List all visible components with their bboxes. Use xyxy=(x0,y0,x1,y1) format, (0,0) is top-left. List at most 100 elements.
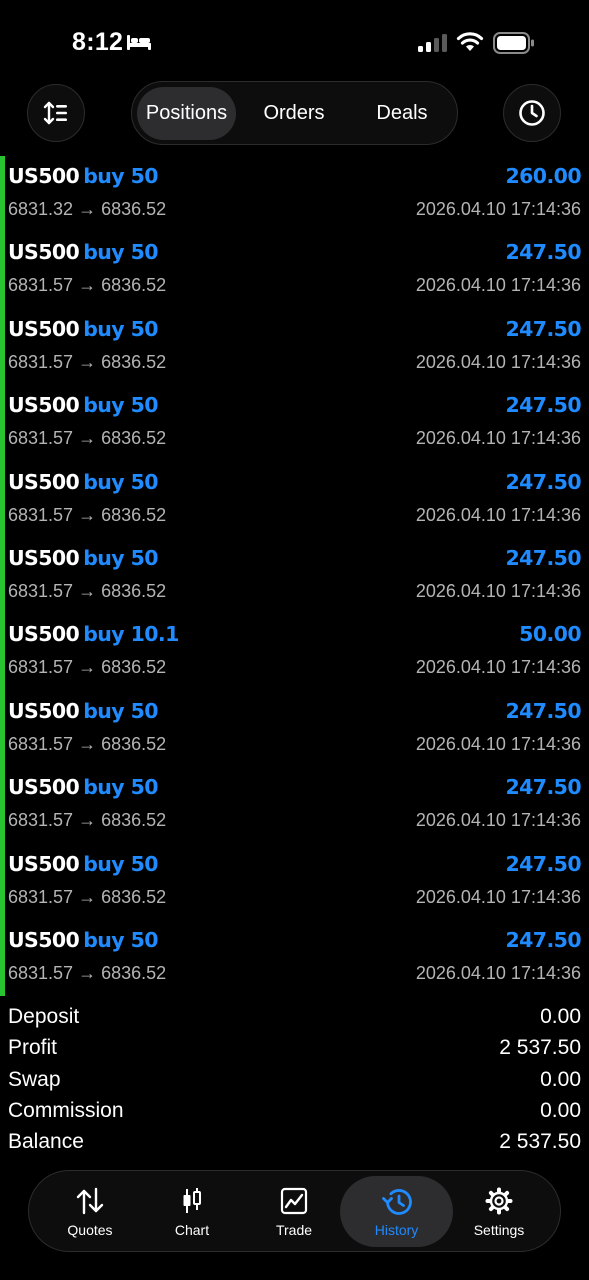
history-segment-control: Positions Orders Deals xyxy=(131,81,458,145)
line-chart-icon xyxy=(280,1187,308,1215)
deal-symbol-name: US500 xyxy=(8,240,80,265)
deal-row[interactable]: US500 buy 10.1 50.00 6831.57 → 6836.52 20… xyxy=(5,614,589,690)
deal-symbol-name: US500 xyxy=(8,775,80,800)
deal-time: 2026.04.10 17:14:36 xyxy=(415,963,581,983)
deal-side: buy 10.1 xyxy=(83,622,179,647)
deal-row[interactable]: US500 buy 50 247.50 6831.57 → 6836.52 202… xyxy=(5,844,589,920)
deal-side: buy 50 xyxy=(83,775,158,800)
summary-row-balance: Balance 2 537.50 xyxy=(0,1130,589,1161)
summary-label: Profit xyxy=(8,1036,58,1060)
deal-side: buy 50 xyxy=(83,851,158,876)
deal-time: 2026.04.10 17:14:36 xyxy=(415,504,581,525)
quotes-arrows-icon xyxy=(76,1187,104,1215)
deal-symbol-name: US500 xyxy=(8,469,80,494)
deal-side: buy 50 xyxy=(83,240,158,265)
summary-label: Commission xyxy=(8,1098,124,1122)
deal-profit: 247.50 xyxy=(505,240,581,265)
summary-value: 0.00 xyxy=(540,1067,581,1091)
sleep-mode-icon xyxy=(127,35,151,50)
deal-time: 2026.04.10 17:14:36 xyxy=(415,428,581,449)
deal-time: 2026.04.10 17:14:36 xyxy=(415,275,581,296)
deal-prices: 6831.57 → 6836.52 xyxy=(8,351,167,372)
summary-label: Deposit xyxy=(8,1005,80,1028)
deal-row[interactable]: US500 buy 50 247.50 6831.57 → 6836.52 202… xyxy=(5,691,589,767)
deal-profit: 247.50 xyxy=(505,698,581,723)
deal-symbol-name: US500 xyxy=(8,698,80,723)
deal-prices: 6831.57 → 6836.52 xyxy=(8,963,167,983)
deal-symbol: US500 buy 50 xyxy=(8,317,159,341)
deal-symbol: US500 buy 50 xyxy=(8,393,159,418)
status-time: 8:12 xyxy=(72,28,124,56)
deal-time: 2026.04.10 17:14:36 xyxy=(415,581,581,601)
sort-button[interactable] xyxy=(27,84,85,142)
deal-symbol-name: US500 xyxy=(8,393,80,418)
deal-row[interactable]: US500 buy 50 247.50 6831.57 → 6836.52 202… xyxy=(5,462,589,538)
summary-row-deposit: Deposit 0.00 xyxy=(0,1005,589,1036)
status-bar: 8:12 xyxy=(0,0,589,80)
deal-profit: 247.50 xyxy=(505,316,581,341)
nav-label: Settings xyxy=(473,1222,525,1238)
nav-chart[interactable]: Chart xyxy=(140,1176,244,1247)
deal-symbol: US500 buy 50 xyxy=(8,240,159,265)
summary-value: 0.00 xyxy=(540,1098,581,1122)
deal-prices: 6831.57 → 6836.52 xyxy=(8,428,167,449)
deal-prices: 6831.57 → 6836.52 xyxy=(8,581,167,601)
nav-trade[interactable]: Trade xyxy=(242,1176,346,1247)
deal-symbol: US500 buy 50 xyxy=(8,928,159,952)
deal-profit: 50.00 xyxy=(519,622,581,647)
deal-profit: 260.00 xyxy=(505,164,581,188)
deal-side: buy 50 xyxy=(83,546,158,570)
nav-history[interactable]: History xyxy=(340,1176,453,1247)
tab-positions[interactable]: Positions xyxy=(137,87,236,140)
deal-side: buy 50 xyxy=(83,164,158,188)
deal-profit: 247.50 xyxy=(505,469,581,494)
deal-time: 2026.04.10 17:14:36 xyxy=(415,886,581,907)
nav-label: History xyxy=(374,1222,419,1238)
nav-label: Quotes xyxy=(67,1222,113,1238)
deal-symbol: US500 buy 50 xyxy=(8,469,159,494)
deal-row[interactable]: US500 buy 50 247.50 6831.57 → 6836.52 202… xyxy=(5,538,589,614)
deal-time: 2026.04.10 17:14:36 xyxy=(415,199,581,219)
summary-value: 0.00 xyxy=(540,1005,581,1028)
summary-row-profit: Profit 2 537.50 xyxy=(0,1036,589,1067)
nav-label: Trade xyxy=(275,1222,313,1238)
summary-row-swap: Swap 0.00 xyxy=(0,1068,589,1099)
deal-time: 2026.04.10 17:14:36 xyxy=(415,733,581,754)
deal-symbol: US500 buy 50 xyxy=(8,164,159,188)
summary-row-commission: Commission 0.00 xyxy=(0,1099,589,1130)
deal-row[interactable]: US500 buy 50 247.50 6831.57 → 6836.52 202… xyxy=(5,309,589,385)
deal-prices: 6831.57 → 6836.52 xyxy=(8,886,167,907)
summary-label: Swap xyxy=(8,1067,61,1091)
nav-settings[interactable]: Settings xyxy=(447,1176,551,1247)
deal-prices: 6831.57 → 6836.52 xyxy=(8,504,167,525)
deal-prices: 6831.57 → 6836.52 xyxy=(8,657,167,678)
deal-symbol: US500 buy 50 xyxy=(8,851,159,876)
history-screen: 8:12 Positions Orders Deals US500 buy 50… xyxy=(0,0,589,1280)
deal-row[interactable]: US500 buy 50 247.50 6831.57 → 6836.52 202… xyxy=(5,920,589,996)
deal-side: buy 50 xyxy=(83,393,158,418)
deal-row[interactable]: US500 buy 50 247.50 6831.57 → 6836.52 202… xyxy=(5,385,589,461)
sort-icon xyxy=(43,101,67,125)
deal-prices: 6831.57 → 6836.52 xyxy=(8,733,167,754)
deal-side: buy 50 xyxy=(83,698,158,723)
nav-label: Chart xyxy=(174,1222,210,1238)
summary-value: 2 537.50 xyxy=(499,1036,581,1060)
wifi-icon xyxy=(456,32,484,51)
deal-profit: 247.50 xyxy=(505,546,581,570)
deal-symbol: US500 buy 10.1 xyxy=(8,622,179,646)
tab-orders[interactable]: Orders xyxy=(247,87,341,140)
deal-symbol-name: US500 xyxy=(8,546,80,570)
history-clock-icon xyxy=(381,1189,412,1215)
deal-row[interactable]: US500 buy 50 247.50 6831.57 → 6836.52 202… xyxy=(5,767,589,843)
deal-profit: 247.50 xyxy=(505,775,581,800)
deal-row[interactable]: US500 buy 50 260.00 6831.32 → 6836.52 202… xyxy=(5,156,589,232)
deal-time: 2026.04.10 17:14:36 xyxy=(415,810,581,831)
gear-icon xyxy=(485,1187,513,1215)
battery-icon xyxy=(493,32,534,54)
deal-row[interactable]: US500 buy 50 247.50 6831.57 → 6836.52 202… xyxy=(5,232,589,308)
period-button[interactable] xyxy=(503,84,561,142)
deal-symbol-name: US500 xyxy=(8,851,80,876)
deal-prices: 6831.57 → 6836.52 xyxy=(8,810,167,831)
nav-quotes[interactable]: Quotes xyxy=(38,1176,142,1247)
tab-deals[interactable]: Deals xyxy=(354,87,450,140)
